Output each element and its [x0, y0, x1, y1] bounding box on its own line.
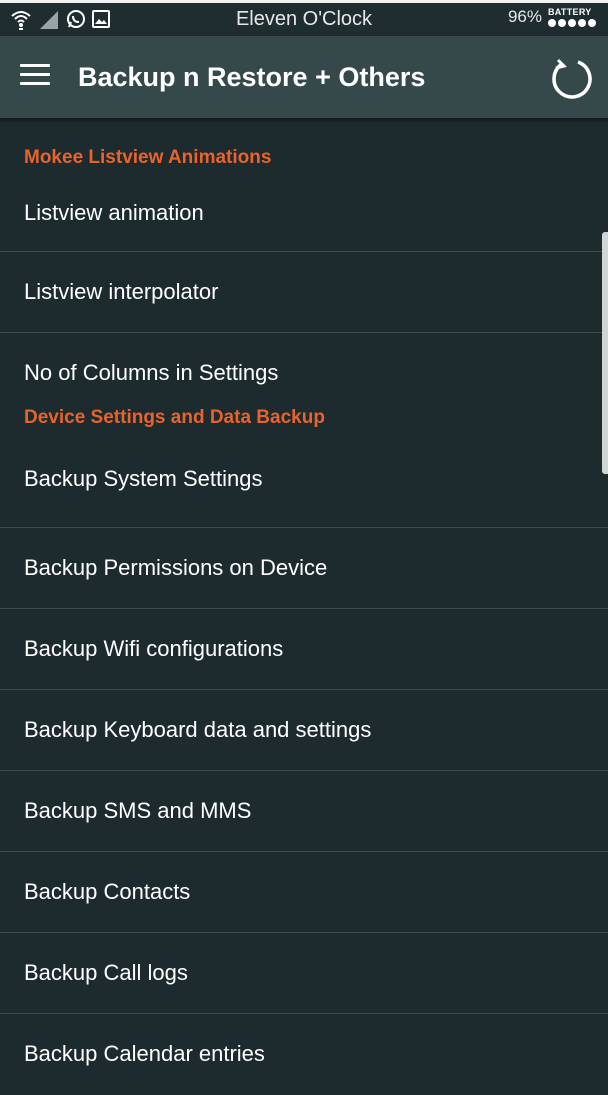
status-bar: Eleven O'Clock 96% BATTERY	[0, 0, 608, 36]
scrollbar-handle[interactable]	[602, 232, 608, 474]
hamburger-menu-icon[interactable]	[20, 64, 50, 88]
list-item-columns-in-settings[interactable]: No of Columns in Settings	[0, 333, 608, 397]
app-bar: Backup n Restore + Others	[0, 36, 608, 118]
page-title: Backup n Restore + Others	[78, 62, 426, 92]
list-item-label: Backup Calendar entries	[24, 1041, 265, 1066]
list-item-listview-animation[interactable]: Listview animation	[0, 174, 608, 252]
list-item-label: Backup Permissions on Device	[24, 555, 328, 580]
refresh-icon[interactable]	[548, 56, 596, 104]
list-item-backup-wifi[interactable]: Backup Wifi configurations	[0, 609, 608, 690]
list-item-backup-calendar[interactable]: Backup Calendar entries	[0, 1014, 608, 1095]
list-item-label: Backup System Settings	[24, 466, 263, 491]
battery-status: 96% BATTERY	[508, 7, 596, 27]
list-item-label: Backup SMS and MMS	[24, 798, 252, 823]
list-item-backup-system-settings[interactable]: Backup System Settings	[0, 452, 608, 528]
list-item-backup-permissions[interactable]: Backup Permissions on Device	[0, 528, 608, 609]
list-item-backup-call-logs[interactable]: Backup Call logs	[0, 933, 608, 1014]
battery-label: BATTERY	[548, 7, 592, 17]
section-header-mokee: Mokee Listview Animations	[24, 147, 272, 168]
settings-list: Mokee Listview Animations Listview anima…	[0, 118, 608, 1095]
list-item-label: Backup Call logs	[24, 960, 188, 985]
list-item-label: Listview animation	[24, 200, 204, 225]
list-item-backup-keyboard[interactable]: Backup Keyboard data and settings	[0, 690, 608, 771]
battery-dots	[548, 19, 596, 27]
list-item-label: Backup Contacts	[24, 879, 191, 904]
section-header-device-backup: Device Settings and Data Backup	[24, 407, 325, 428]
list-item-label: Backup Wifi configurations	[24, 636, 284, 661]
list-item-label: No of Columns in Settings	[24, 360, 279, 385]
list-item-backup-contacts[interactable]: Backup Contacts	[0, 852, 608, 933]
battery-icon: BATTERY	[548, 7, 596, 27]
battery-percent: 96%	[507, 7, 542, 26]
list-item-label: Listview interpolator	[24, 279, 219, 304]
list-item-backup-sms[interactable]: Backup SMS and MMS	[0, 771, 608, 852]
list-item-label: Backup Keyboard data and settings	[24, 717, 372, 742]
list-item-listview-interpolator[interactable]: Listview interpolator	[0, 252, 608, 333]
